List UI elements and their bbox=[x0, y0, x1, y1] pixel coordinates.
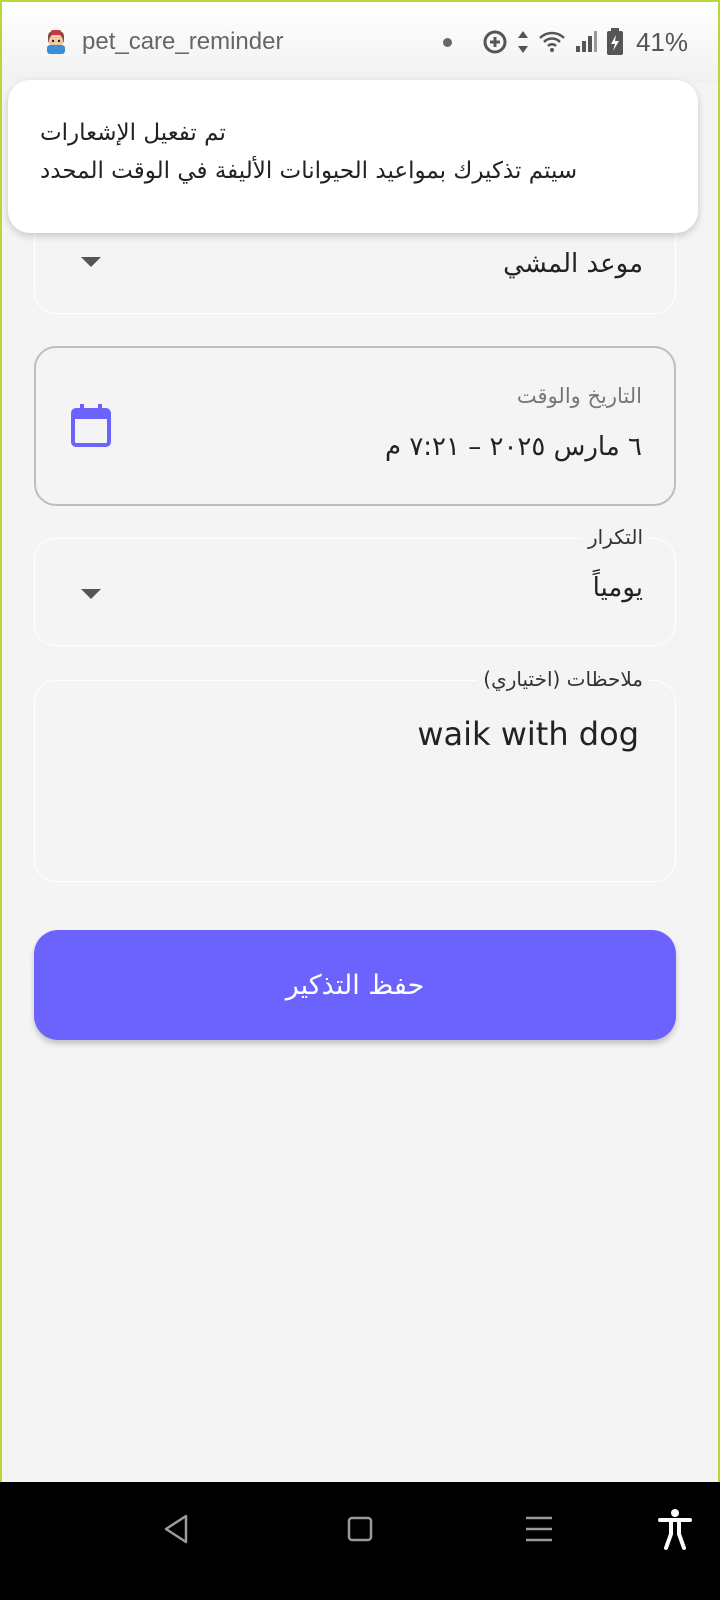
data-arrows-icon bbox=[517, 31, 528, 53]
app-name: pet_care_reminder bbox=[82, 28, 284, 55]
notes-textarea[interactable]: ملاحظات (اختياري) waik with dog bbox=[34, 667, 676, 882]
chevron-down-icon bbox=[81, 589, 101, 599]
datetime-value: ٦ مارس ٢٠٢٥ – ٧:٢١ م bbox=[384, 432, 642, 462]
notification-dot-icon bbox=[442, 37, 452, 47]
notification-body: سيتم تذكيرك بمواعيد الحيوانات الأليفة في… bbox=[40, 158, 578, 184]
notes-value: waik with dog bbox=[417, 715, 639, 753]
calendar-icon[interactable] bbox=[70, 404, 112, 448]
recents-icon[interactable] bbox=[516, 1506, 562, 1552]
repeat-label: التكرار bbox=[582, 525, 649, 549]
repeat-dropdown[interactable]: التكرار يومياً bbox=[34, 525, 676, 646]
datetime-label: التاريخ والوقت bbox=[516, 384, 642, 408]
data-saver-icon bbox=[483, 30, 507, 54]
notes-label: ملاحظات (اختياري) bbox=[477, 667, 649, 691]
wifi-icon bbox=[539, 31, 565, 52]
battery-percentage: 41% bbox=[635, 26, 688, 57]
status-icons: 41% bbox=[442, 24, 688, 60]
notification-card[interactable]: تم تفعيل الإشعارات سيتم تذكيرك بمواعيد ا… bbox=[8, 80, 698, 233]
home-icon[interactable] bbox=[337, 1506, 383, 1552]
reminder-type-value: موعد المشي bbox=[503, 249, 643, 279]
chevron-down-icon bbox=[81, 257, 101, 267]
save-reminder-button[interactable]: حفظ التذكير bbox=[34, 930, 676, 1040]
accessibility-icon[interactable] bbox=[652, 1506, 698, 1552]
notification-title: تم تفعيل الإشعارات bbox=[40, 120, 226, 146]
app-screen: pet_care_reminder 41% موعد المشي التاريخ… bbox=[2, 2, 718, 1509]
status-bar: pet_care_reminder 41% bbox=[2, 2, 718, 82]
repeat-value: يومياً bbox=[592, 573, 643, 603]
app-avatar-icon bbox=[47, 30, 65, 54]
battery-charging-icon bbox=[606, 28, 623, 55]
navigation-bar bbox=[0, 1482, 720, 1600]
datetime-field[interactable]: التاريخ والوقت ٦ مارس ٢٠٢٥ – ٧:٢١ م bbox=[34, 346, 676, 506]
signal-icon bbox=[575, 31, 597, 52]
back-icon[interactable] bbox=[154, 1506, 200, 1552]
